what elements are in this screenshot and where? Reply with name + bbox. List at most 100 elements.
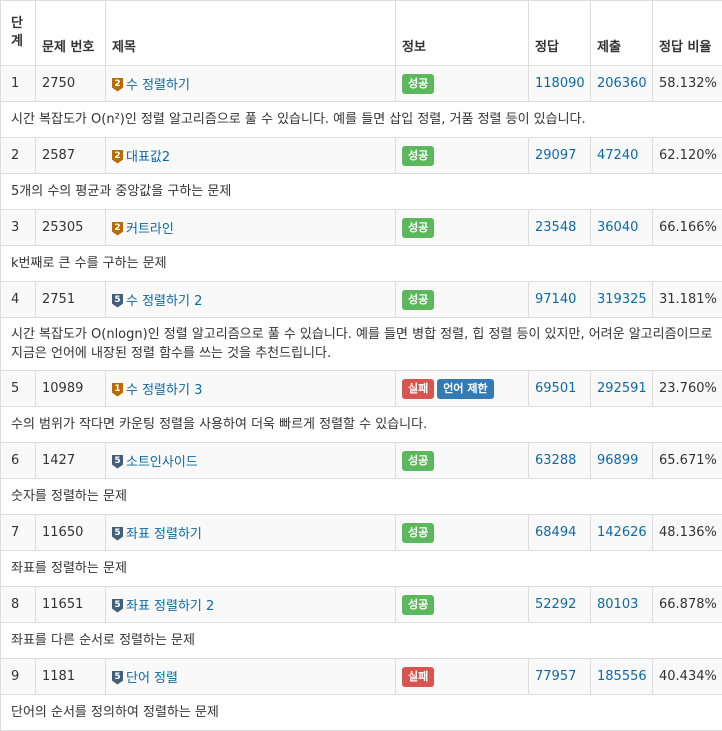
header-correct: 정답 (529, 1, 591, 66)
description-row: k번째로 큰 수를 구하는 문제 (1, 246, 722, 282)
problem-title-link[interactable]: 단어 정렬 (126, 671, 178, 686)
table-row: 7116505좌표 정렬하기성공6849414262648.136% (1, 515, 722, 551)
tier-badge-icon: 5 (112, 527, 123, 541)
problem-id-cell: 2750 (36, 66, 106, 102)
problem-description: 시간 복잡도가 O(nlogn)인 정렬 알고리즘으로 풀 수 있습니다. 예를… (1, 318, 722, 371)
ratio-cell: 66.166% (653, 210, 722, 246)
problem-id-cell: 1427 (36, 443, 106, 479)
info-cell: 실패언어 제한 (396, 371, 529, 407)
level-cell: 5 (1, 371, 36, 407)
table-row: 427515수 정렬하기 2성공9714031932531.181% (1, 282, 722, 318)
correct-count-link[interactable]: 68494 (535, 525, 576, 540)
submit-cell: 96899 (591, 443, 653, 479)
correct-count-link[interactable]: 97140 (535, 292, 576, 307)
submit-count-link[interactable]: 47240 (597, 148, 638, 163)
success-badge: 성공 (402, 595, 434, 615)
description-row: 시간 복잡도가 O(n²)인 정렬 알고리즘으로 풀 수 있습니다. 예를 들면… (1, 102, 722, 138)
level-cell: 9 (1, 659, 36, 695)
tier-badge-icon: 1 (112, 383, 123, 397)
submit-count-link[interactable]: 142626 (597, 525, 647, 540)
problem-table: 단계 문제 번호 제목 정보 정답 제출 정답 비율 127502수 정렬하기성… (0, 0, 722, 731)
tier-badge-icon: 5 (112, 294, 123, 308)
problem-title-link[interactable]: 좌표 정렬하기 2 (126, 599, 214, 614)
success-badge: 성공 (402, 451, 434, 471)
info-cell: 성공 (396, 138, 529, 174)
level-cell: 6 (1, 443, 36, 479)
problem-title-link[interactable]: 수 정렬하기 3 (126, 383, 202, 398)
title-cell: 5좌표 정렬하기 (106, 515, 396, 551)
correct-cell: 29097 (529, 138, 591, 174)
problem-id-cell: 2751 (36, 282, 106, 318)
problem-id-cell: 11650 (36, 515, 106, 551)
tier-badge-icon: 5 (112, 599, 123, 613)
ratio-cell: 40.434% (653, 659, 722, 695)
info-cell: 성공 (396, 282, 529, 318)
problem-title-link[interactable]: 대표값2 (126, 150, 170, 165)
problem-description: 수의 범위가 작다면 카운팅 정렬을 사용하여 더욱 빠르게 정렬할 수 있습니… (1, 407, 722, 443)
level-cell: 4 (1, 282, 36, 318)
description-row: 숫자를 정렬하는 문제 (1, 479, 722, 515)
title-cell: 2커트라인 (106, 210, 396, 246)
ratio-cell: 23.760% (653, 371, 722, 407)
problem-id-cell: 11651 (36, 587, 106, 623)
header-info: 정보 (396, 1, 529, 66)
language-limit-badge: 언어 제한 (437, 379, 493, 399)
submit-count-link[interactable]: 319325 (597, 292, 647, 307)
problem-title-link[interactable]: 좌표 정렬하기 (126, 527, 202, 542)
problem-title-link[interactable]: 수 정렬하기 (126, 78, 190, 93)
tier-badge-icon: 5 (112, 455, 123, 469)
submit-count-link[interactable]: 292591 (597, 381, 647, 396)
problem-id-cell: 10989 (36, 371, 106, 407)
correct-cell: 63288 (529, 443, 591, 479)
problem-id-cell: 2587 (36, 138, 106, 174)
ratio-cell: 62.120% (653, 138, 722, 174)
problem-description: 시간 복잡도가 O(n²)인 정렬 알고리즘으로 풀 수 있습니다. 예를 들면… (1, 102, 722, 138)
success-badge: 성공 (402, 290, 434, 310)
tier-badge-icon: 5 (112, 671, 123, 685)
level-cell: 2 (1, 138, 36, 174)
correct-count-link[interactable]: 29097 (535, 148, 576, 163)
description-row: 5개의 수의 평균과 중앙값을 구하는 문제 (1, 174, 722, 210)
correct-count-link[interactable]: 63288 (535, 453, 576, 468)
submit-count-link[interactable]: 80103 (597, 597, 638, 612)
title-cell: 2수 정렬하기 (106, 66, 396, 102)
submit-cell: 319325 (591, 282, 653, 318)
info-cell: 성공 (396, 210, 529, 246)
submit-cell: 206360 (591, 66, 653, 102)
correct-cell: 69501 (529, 371, 591, 407)
tier-badge-icon: 2 (112, 222, 123, 236)
level-cell: 3 (1, 210, 36, 246)
correct-count-link[interactable]: 52292 (535, 597, 576, 612)
problem-description: 숫자를 정렬하는 문제 (1, 479, 722, 515)
problem-description: 좌표를 정렬하는 문제 (1, 551, 722, 587)
submit-count-link[interactable]: 36040 (597, 220, 638, 235)
tier-badge-icon: 2 (112, 150, 123, 164)
problem-title-link[interactable]: 커트라인 (126, 222, 174, 237)
title-cell: 2대표값2 (106, 138, 396, 174)
correct-cell: 77957 (529, 659, 591, 695)
correct-count-link[interactable]: 77957 (535, 669, 576, 684)
description-row: 단어의 순서를 정의하여 정렬하는 문제 (1, 695, 722, 731)
correct-cell: 118090 (529, 66, 591, 102)
problem-title-link[interactable]: 소트인사이드 (126, 455, 198, 470)
info-cell: 성공 (396, 66, 529, 102)
problem-id-cell: 1181 (36, 659, 106, 695)
correct-count-link[interactable]: 118090 (535, 76, 585, 91)
submit-count-link[interactable]: 206360 (597, 76, 647, 91)
correct-count-link[interactable]: 69501 (535, 381, 576, 396)
problem-title-link[interactable]: 수 정렬하기 2 (126, 294, 202, 309)
submit-cell: 47240 (591, 138, 653, 174)
success-badge: 성공 (402, 218, 434, 238)
description-row: 시간 복잡도가 O(nlogn)인 정렬 알고리즘으로 풀 수 있습니다. 예를… (1, 318, 722, 371)
table-row: 614275소트인사이드성공632889689965.671% (1, 443, 722, 479)
problem-description: 좌표를 다른 순서로 정렬하는 문제 (1, 623, 722, 659)
submit-count-link[interactable]: 185556 (597, 669, 647, 684)
submit-count-link[interactable]: 96899 (597, 453, 638, 468)
table-header: 단계 문제 번호 제목 정보 정답 제출 정답 비율 (1, 1, 722, 66)
table-row: 510989 1수 정렬하기 3 실패언어 제한 69501 292591 23.760% (1, 371, 722, 407)
level-cell: 8 (1, 587, 36, 623)
correct-count-link[interactable]: 23548 (535, 220, 576, 235)
info-cell: 성공 (396, 515, 529, 551)
problem-id-cell: 25305 (36, 210, 106, 246)
correct-cell: 68494 (529, 515, 591, 551)
